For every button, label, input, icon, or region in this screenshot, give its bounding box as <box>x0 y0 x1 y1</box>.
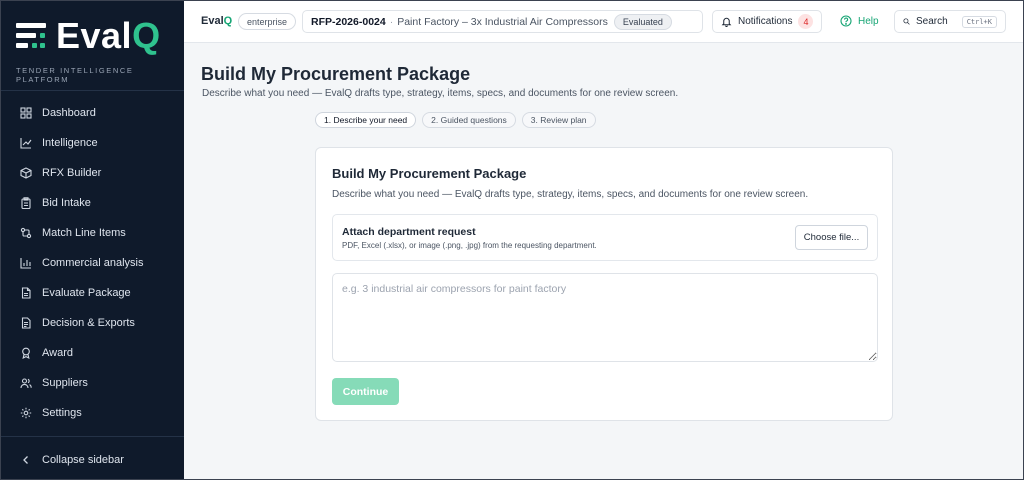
sidebar-item-intelligence[interactable]: Intelligence <box>0 128 184 158</box>
rfp-separator: · <box>389 15 394 28</box>
sidebar-item-label: Dashboard <box>42 107 96 119</box>
rfp-selector[interactable]: RFP-2026-0024 · Paint Factory – 3x Indus… <box>302 10 703 33</box>
users-icon <box>20 378 32 389</box>
brand-name-accent: Q <box>223 15 233 27</box>
search-button[interactable]: Search Ctrl+K <box>894 10 1006 33</box>
grid-icon <box>20 107 32 119</box>
tagline: TENDER INTELLIGENCE PLATFORM <box>16 66 134 84</box>
sidebar-item-label: Suppliers <box>42 377 88 389</box>
card-subtitle: Describe what you need — EvalQ drafts ty… <box>332 189 809 200</box>
sidebar-item-label: RFX Builder <box>42 167 102 179</box>
bell-icon <box>721 17 732 27</box>
evalq-logo[interactable]: EvalQ <box>16 16 161 56</box>
page-title: Build My Procurement Package <box>201 64 471 84</box>
step-guided-questions[interactable]: 2. Guided questions <box>422 112 516 128</box>
sidebar-item-label: Evaluate Package <box>42 287 131 299</box>
page-subtitle: Describe what you need — EvalQ drafts ty… <box>202 88 679 99</box>
sidebar-item-suppliers[interactable]: Suppliers <box>0 368 184 398</box>
logo-text-accent: Q <box>132 15 161 56</box>
attach-request-panel: Attach department request PDF, Excel (.x… <box>332 214 878 261</box>
logo-mark-icon <box>16 21 50 51</box>
sidebar-divider <box>0 436 184 437</box>
sidebar-item-label: Settings <box>42 407 82 419</box>
link-icon <box>20 227 32 239</box>
plan-badge: enterprise <box>238 13 297 30</box>
step-describe-need[interactable]: 1. Describe your need <box>315 112 417 128</box>
sidebar-item-settings[interactable]: Settings <box>0 398 184 428</box>
logo-text-main: Eval <box>56 15 133 56</box>
file-export-icon <box>21 317 31 329</box>
help-circle-icon <box>840 15 852 27</box>
help-label: Help <box>858 15 879 27</box>
attach-title: Attach department request <box>342 226 476 238</box>
chart-line-icon <box>20 138 32 149</box>
attach-hint: PDF, Excel (.xlsx), or image (.png, .jpg… <box>342 241 597 250</box>
notifications-label: Notifications <box>738 16 793 27</box>
sidebar-item-label: Bid Intake <box>42 197 91 209</box>
step-review-plan[interactable]: 3. Review plan <box>521 112 596 128</box>
sidebar-item-match-line-items[interactable]: Match Line Items <box>0 218 184 248</box>
continue-button[interactable]: Continue <box>332 378 399 405</box>
sidebar-item-rfx-builder[interactable]: RFX Builder <box>0 158 184 188</box>
sidebar-item-award[interactable]: Award <box>0 338 184 368</box>
sidebar-item-label: Decision & Exports <box>42 317 135 329</box>
collapse-sidebar-label: Collapse sidebar <box>42 454 124 466</box>
rfp-title: Paint Factory – 3x Industrial Air Compre… <box>397 15 608 28</box>
box-icon <box>20 167 32 179</box>
sidebar-item-dashboard[interactable]: Dashboard <box>0 98 184 128</box>
brand-name[interactable]: EvalQ <box>201 15 232 27</box>
clipboard-icon <box>21 197 31 209</box>
sidebar-item-evaluate-package[interactable]: Evaluate Package <box>0 278 184 308</box>
card-title: Build My Procurement Package <box>332 166 527 181</box>
sidebar-nav: Dashboard Intelligence RFX Builder Bid I… <box>0 98 184 428</box>
top-bar: EvalQ enterprise RFP-2026-0024 · Paint F… <box>184 0 1024 43</box>
procurement-package-card: Build My Procurement Package Describe wh… <box>315 147 893 421</box>
chevron-left-icon <box>23 456 28 464</box>
help-link[interactable]: Help <box>840 15 879 27</box>
sidebar-item-label: Match Line Items <box>42 227 126 239</box>
notifications-count-badge: 4 <box>798 14 814 29</box>
search-icon <box>903 18 910 25</box>
sidebar-item-label: Intelligence <box>42 137 98 149</box>
sidebar-item-label: Commercial analysis <box>42 257 144 269</box>
gear-icon <box>20 407 32 419</box>
rfp-id: RFP-2026-0024 <box>311 15 386 28</box>
choose-file-button[interactable]: Choose file... <box>795 225 868 250</box>
logo-wordmark: EvalQ <box>56 18 161 54</box>
search-shortcut: Ctrl+K <box>961 15 997 28</box>
rfp-status-badge: Evaluated <box>613 13 672 30</box>
bar-chart-icon <box>20 258 31 269</box>
document-icon <box>21 287 31 299</box>
search-label: Search <box>916 16 948 27</box>
sidebar-divider <box>0 90 184 91</box>
sidebar-item-bid-intake[interactable]: Bid Intake <box>0 188 184 218</box>
wizard-steps: 1. Describe your need 2. Guided question… <box>315 112 596 128</box>
sidebar-item-decision-exports[interactable]: Decision & Exports <box>0 308 184 338</box>
collapse-sidebar-button[interactable]: Collapse sidebar <box>0 446 184 474</box>
need-description-input[interactable] <box>332 273 878 362</box>
brand-name-main: Eval <box>201 15 224 27</box>
sidebar: EvalQ TENDER INTELLIGENCE PLATFORM Dashb… <box>0 0 184 480</box>
notifications-button[interactable]: Notifications 4 <box>712 10 823 33</box>
award-icon <box>22 347 30 359</box>
sidebar-item-label: Award <box>42 347 73 359</box>
sidebar-item-commercial-analysis[interactable]: Commercial analysis <box>0 248 184 278</box>
